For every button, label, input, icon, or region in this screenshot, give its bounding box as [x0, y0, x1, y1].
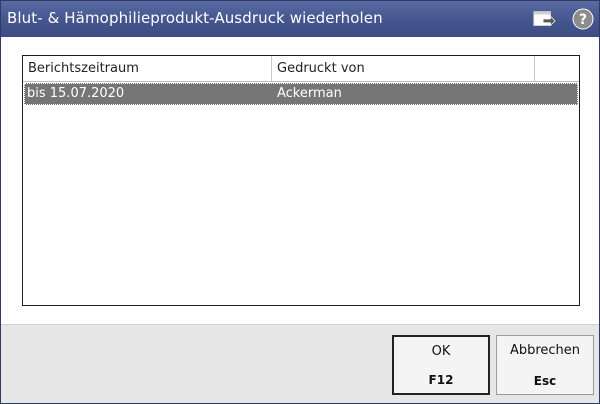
content-area: Berichtszeitraum Gedruckt von bis 15.07.… — [1, 37, 599, 324]
ok-button[interactable]: OK F12 — [392, 335, 490, 395]
cancel-button-shortcut: Esc — [533, 374, 557, 388]
ok-button-shortcut: F12 — [428, 373, 454, 387]
title-bar: Blut- & Hämophilieprodukt-Ausdruck wiede… — [1, 1, 599, 37]
export-icon[interactable] — [532, 8, 556, 30]
dialog-window: Blut- & Hämophilieprodukt-Ausdruck wiede… — [0, 0, 600, 404]
window-title: Blut- & Hämophilieprodukt-Ausdruck wiede… — [7, 9, 383, 27]
column-header-extra[interactable] — [535, 56, 579, 81]
table-header: Berichtszeitraum Gedruckt von — [23, 56, 579, 82]
cancel-button-label: Abbrechen — [509, 343, 581, 358]
column-header-gedruckt-von[interactable]: Gedruckt von — [272, 56, 535, 81]
table-row[interactable]: bis 15.07.2020 Ackerman — [24, 83, 578, 105]
cell-berichtszeitraum: bis 15.07.2020 — [27, 86, 125, 101]
ok-button-label: OK — [431, 344, 451, 359]
cancel-button[interactable]: Abbrechen Esc — [496, 335, 594, 395]
print-history-table: Berichtszeitraum Gedruckt von bis 15.07.… — [22, 55, 580, 306]
button-bar: OK F12 Abbrechen Esc — [1, 324, 599, 403]
column-header-berichtszeitraum[interactable]: Berichtszeitraum — [23, 56, 272, 81]
cell-gedruckt-von: Ackerman — [277, 86, 342, 101]
svg-text:?: ? — [579, 12, 587, 28]
help-icon[interactable]: ? — [571, 8, 595, 30]
